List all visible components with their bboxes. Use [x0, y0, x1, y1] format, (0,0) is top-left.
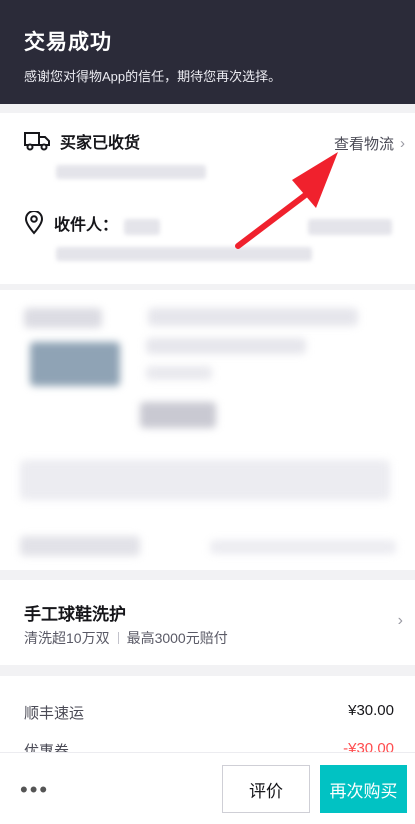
truck-icon	[24, 132, 50, 151]
buy-again-button[interactable]: 再次购买	[320, 765, 407, 813]
redacted-product-price	[140, 402, 216, 428]
bottom-action-bar: ••• 评价 再次购买	[0, 752, 415, 824]
redacted-receiver-phone	[308, 219, 392, 235]
chevron-right-icon: ›	[400, 135, 405, 152]
redacted-product-size	[146, 366, 212, 380]
redacted-receiver-address	[56, 247, 312, 261]
redacted-service-tag	[20, 536, 140, 556]
receiver-row: 收件人：	[24, 211, 118, 235]
redacted-seller-badge	[24, 308, 102, 328]
redacted-receiver-name	[124, 219, 160, 235]
redacted-product-title	[148, 308, 358, 326]
service-title: 手工球鞋洗护	[24, 605, 126, 624]
service-desc-cleaned: 清洗超10万双	[24, 630, 110, 646]
review-button[interactable]: 评价	[222, 765, 310, 813]
page-subtitle: 感谢您对得物App的信任，期待您再次选择。	[24, 69, 282, 84]
delivery-status: 买家已收货	[60, 135, 141, 152]
product-card[interactable]	[0, 290, 415, 570]
service-description: 清洗超10万双 最高3000元赔付	[24, 628, 228, 648]
view-logistics-label: 查看物流	[333, 136, 394, 153]
shipping-card: 买家已收货 查看物流 › 收件人：	[0, 113, 415, 284]
redacted-product-notice	[20, 460, 390, 500]
redacted-logistics-detail	[56, 165, 206, 179]
chevron-right-icon: ›	[397, 612, 403, 629]
redacted-product-image	[30, 342, 120, 386]
divider	[117, 632, 119, 644]
receiver-label: 收件人：	[54, 217, 119, 234]
service-desc-compensation: 最高3000元赔付	[126, 630, 228, 646]
order-status-header: 交易成功 感谢您对得物App的信任，期待您再次选择。	[0, 0, 415, 104]
fee-amount: ¥30.00	[348, 702, 394, 719]
page-title: 交易成功	[24, 31, 112, 54]
fee-label: 顺丰速运	[24, 705, 85, 722]
more-options-button[interactable]: •••	[20, 777, 49, 803]
redacted-order-meta	[210, 540, 396, 554]
view-logistics-link[interactable]: 查看物流 ›	[334, 133, 405, 154]
shoe-care-service-card[interactable]: 手工球鞋洗护 清洗超10万双 最高3000元赔付 ›	[0, 580, 415, 665]
fee-row-shipping: 顺丰速运 ¥30.00	[24, 702, 394, 723]
redacted-product-spec	[146, 338, 306, 354]
location-pin-icon	[24, 211, 44, 235]
